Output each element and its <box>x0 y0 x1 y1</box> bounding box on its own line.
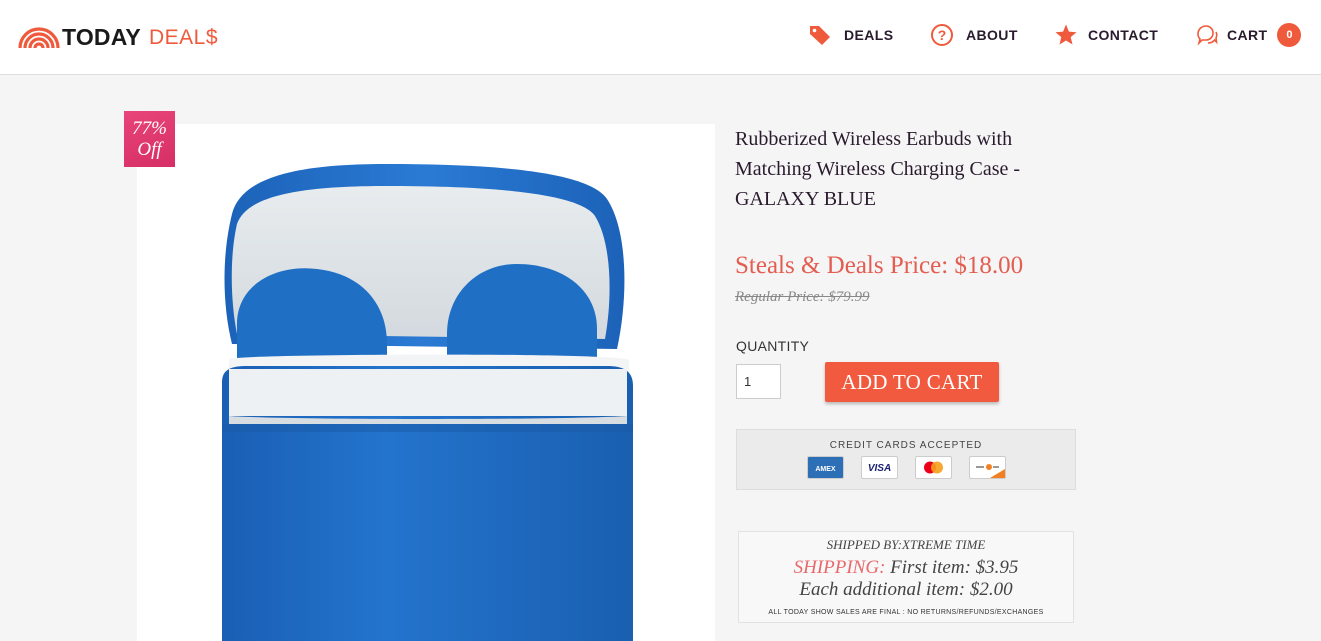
svg-text:?: ? <box>938 27 947 43</box>
discount-off: Off <box>137 139 162 160</box>
regular-price: Regular Price: $79.99 <box>735 289 870 305</box>
shipping-first-item: SHIPPING: First item: $3.95 <box>739 557 1073 579</box>
visa-card-icon: VISA <box>861 456 898 479</box>
svg-text:AMEX: AMEX <box>815 466 836 473</box>
nav-about-label: ABOUT <box>966 27 1018 43</box>
site-header: TODAY DEAL$ DEALS ? ABOUT CONTACT CART 0 <box>0 0 1321 75</box>
nav-contact-label: CONTACT <box>1088 27 1159 43</box>
cart-count-badge: 0 <box>1277 23 1302 47</box>
discount-badge: 77% Off <box>124 111 175 167</box>
svg-text:VISA: VISA <box>868 463 891 474</box>
shipping-info-box: SHIPPED BY:XTREME TIME SHIPPING: First i… <box>738 531 1074 623</box>
earbuds-case-illustration <box>222 164 633 641</box>
credit-cards-title: CREDIT CARDS ACCEPTED <box>829 440 983 451</box>
product-title: Rubberized Wireless Earbuds with Matchin… <box>735 128 1021 210</box>
nav-cart[interactable]: CART 0 <box>1195 23 1302 47</box>
amex-card-icon: AMEX <box>807 456 844 479</box>
logo-today-text: TODAY <box>62 24 141 50</box>
nav-cart-label: CART <box>1227 27 1268 43</box>
shipped-by: SHIPPED BY:XTREME TIME <box>826 537 986 552</box>
discover-card-icon <box>969 456 1006 479</box>
product-image[interactable] <box>137 124 715 641</box>
credit-cards-box: CREDIT CARDS ACCEPTED AMEX VISA <box>736 429 1076 490</box>
nav-about[interactable]: ? ABOUT <box>930 23 1018 47</box>
quantity-label: QUANTITY <box>736 338 810 354</box>
quantity-input[interactable] <box>736 364 781 399</box>
sales-final-note: ALL TODAY SHOW SALES ARE FINAL : NO RETU… <box>768 609 1044 616</box>
tag-icon <box>810 26 830 45</box>
mastercard-card-icon <box>915 456 952 479</box>
nav-deals[interactable]: DEALS <box>808 23 893 47</box>
chat-bubbles-icon <box>1197 25 1218 46</box>
question-circle-icon: ? <box>931 24 953 46</box>
today-deals-logo[interactable]: TODAY DEAL$ <box>18 24 218 51</box>
nav-contact[interactable]: CONTACT <box>1054 23 1158 47</box>
star-icon <box>1055 24 1077 45</box>
logo-deals-text: DEAL$ <box>148 25 219 49</box>
nav-deals-label: DEALS <box>844 27 894 43</box>
shipping-first-item-price: First item: $3.95 <box>890 557 1019 578</box>
deal-price: Steals & Deals Price: $18.00 <box>735 252 1024 279</box>
add-to-cart-button[interactable]: ADD TO CART <box>825 362 999 402</box>
discount-percent: 77% <box>132 118 167 139</box>
rainbow-logo-icon <box>18 26 60 48</box>
shipping-label: SHIPPING: <box>793 557 886 578</box>
shipping-additional-item: Each additional item: $2.00 <box>799 579 1013 600</box>
